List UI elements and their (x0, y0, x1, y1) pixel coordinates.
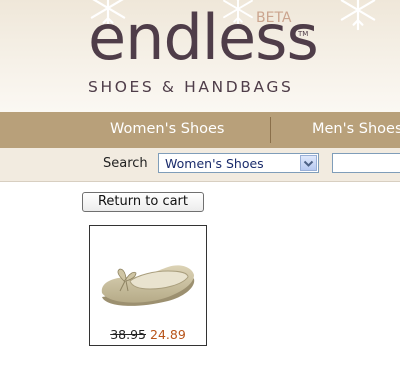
chevron-down-icon (303, 160, 314, 167)
snowflake-icon (340, 0, 376, 31)
trademark-mark: TM (298, 30, 309, 38)
search-input[interactable] (332, 153, 400, 173)
beta-badge: BETA (256, 10, 292, 26)
product-card[interactable]: 38.95 24.89 (89, 225, 207, 346)
search-bar: Search Women's Shoes (0, 148, 400, 182)
nav-divider (270, 117, 271, 143)
sale-price: 24.89 (150, 327, 186, 342)
ballet-flat-shoe-image[interactable] (96, 241, 200, 321)
site-header: endless BETA TM SHOES & HANDBAGS (0, 0, 400, 112)
search-label: Search (103, 156, 148, 171)
original-price: 38.95 (110, 327, 146, 342)
search-category-select[interactable]: Women's Shoes (158, 153, 319, 173)
nav-item-mens-shoes[interactable]: Men's Shoes (312, 121, 400, 137)
dropdown-button[interactable] (300, 155, 317, 171)
site-logo[interactable]: endless BETA TM SHOES & HANDBAGS (84, 0, 319, 110)
logo-tagline: SHOES & HANDBAGS (88, 78, 294, 96)
nav-item-womens-shoes[interactable]: Women's Shoes (110, 121, 225, 137)
main-nav: Women's Shoes Men's Shoes (0, 112, 400, 148)
price-row: 38.95 24.89 (90, 327, 206, 342)
return-to-cart-button[interactable]: Return to cart (82, 192, 204, 212)
search-category-value: Women's Shoes (165, 156, 264, 171)
